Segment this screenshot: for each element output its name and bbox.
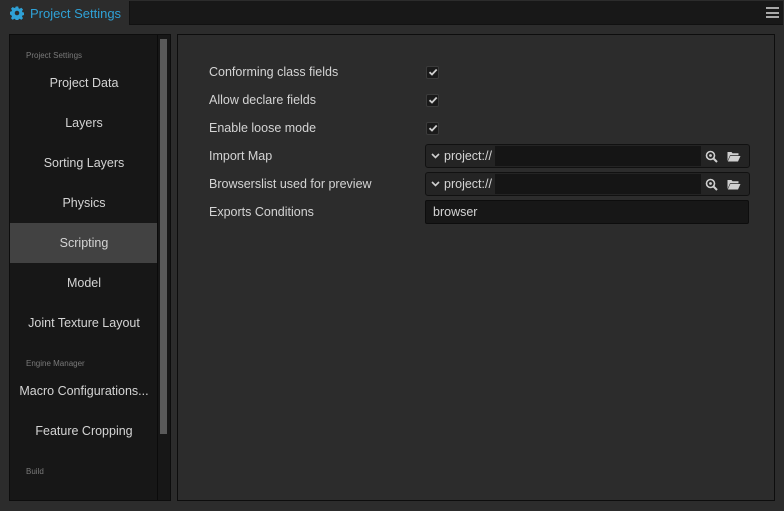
hamburger-menu-icon-line (766, 11, 779, 14)
conforming-class-fields-checkbox[interactable] (426, 65, 439, 79)
checkmark-icon (428, 124, 437, 132)
import-map-locate-button[interactable] (701, 145, 723, 167)
setting-row-browserslist: Browserslist used for preview project:// (209, 172, 750, 196)
tab-project-settings[interactable]: Project Settings (0, 0, 129, 26)
sidebar-item-sorting-layers[interactable]: Sorting Layers (10, 143, 158, 183)
browserslist-protocol-dropdown[interactable] (426, 173, 444, 195)
tab-title: Project Settings (30, 5, 122, 21)
scripting-settings-panel: Conforming class fields Allow declare fi… (177, 34, 775, 501)
folder-open-icon (727, 151, 741, 161)
sidebar-item-scripting[interactable]: Scripting (10, 223, 158, 263)
setting-row-enable-loose-mode: Enable loose mode (209, 116, 750, 140)
tab-bar: Project Settings (0, 0, 784, 26)
browserslist-label: Browserslist used for preview (209, 177, 372, 191)
enable-loose-mode-checkbox[interactable] (426, 121, 439, 135)
import-map-browse-button[interactable] (723, 145, 745, 167)
sidebar-section-engine-manager: Engine Manager (26, 359, 85, 368)
panel-menu-button[interactable] (766, 6, 779, 19)
conforming-class-fields-label: Conforming class fields (209, 65, 339, 79)
exports-conditions-input[interactable] (425, 200, 749, 224)
import-map-input[interactable] (494, 146, 701, 166)
sidebar-item-physics[interactable]: Physics (10, 183, 158, 223)
sidebar-scrollbar[interactable] (157, 35, 169, 500)
search-zoom-icon (706, 178, 719, 191)
project-settings-window: Project Settings Project Settings Projec… (0, 0, 784, 511)
setting-row-allow-declare-fields: Allow declare fields (209, 88, 750, 112)
hamburger-menu-icon (766, 7, 779, 9)
sidebar-scrollbar-thumb[interactable] (160, 39, 167, 434)
checkmark-icon (428, 96, 437, 104)
setting-row-exports-conditions: Exports Conditions (209, 200, 750, 224)
sidebar-item-project-data[interactable]: Project Data (10, 63, 158, 103)
gear-icon (9, 6, 25, 22)
browserslist-input[interactable] (494, 174, 701, 194)
exports-conditions-label: Exports Conditions (209, 205, 314, 219)
sidebar-item-feature-cropping[interactable]: Feature Cropping (10, 411, 158, 451)
checkmark-icon (428, 68, 437, 76)
import-map-protocol-dropdown[interactable] (426, 145, 444, 167)
sidebar-section-project-settings: Project Settings (26, 51, 83, 60)
sidebar-item-model[interactable]: Model (10, 263, 158, 303)
import-map-asset-field: project:// (425, 144, 750, 168)
browserslist-locate-button[interactable] (701, 173, 723, 195)
sidebar-list: Project Settings Project Data Layers Sor… (10, 35, 158, 479)
folder-open-icon (727, 179, 741, 189)
enable-loose-mode-label: Enable loose mode (209, 121, 317, 135)
allow-declare-fields-checkbox[interactable] (426, 93, 439, 107)
sidebar-item-macro-configurations[interactable]: Macro Configurations... (10, 371, 158, 411)
import-map-protocol[interactable]: project:// (444, 149, 492, 163)
chevron-down-icon (430, 181, 440, 187)
sidebar-section-build: Build (26, 467, 44, 476)
tab-bar-empty-area (129, 1, 783, 25)
sidebar-item-joint-texture-layout[interactable]: Joint Texture Layout (10, 303, 158, 343)
browserslist-protocol[interactable]: project:// (444, 177, 492, 191)
import-map-label: Import Map (209, 149, 273, 163)
search-zoom-icon (706, 150, 719, 163)
setting-row-conforming-class-fields: Conforming class fields (209, 60, 750, 84)
chevron-down-icon (430, 153, 440, 159)
browserslist-asset-field: project:// (425, 172, 750, 196)
allow-declare-fields-label: Allow declare fields (209, 93, 316, 107)
setting-row-import-map: Import Map project:// (209, 144, 750, 168)
settings-sidebar: Project Settings Project Data Layers Sor… (9, 34, 171, 501)
browserslist-browse-button[interactable] (723, 173, 745, 195)
sidebar-item-layers[interactable]: Layers (10, 103, 158, 143)
hamburger-menu-icon-line (766, 16, 779, 18)
